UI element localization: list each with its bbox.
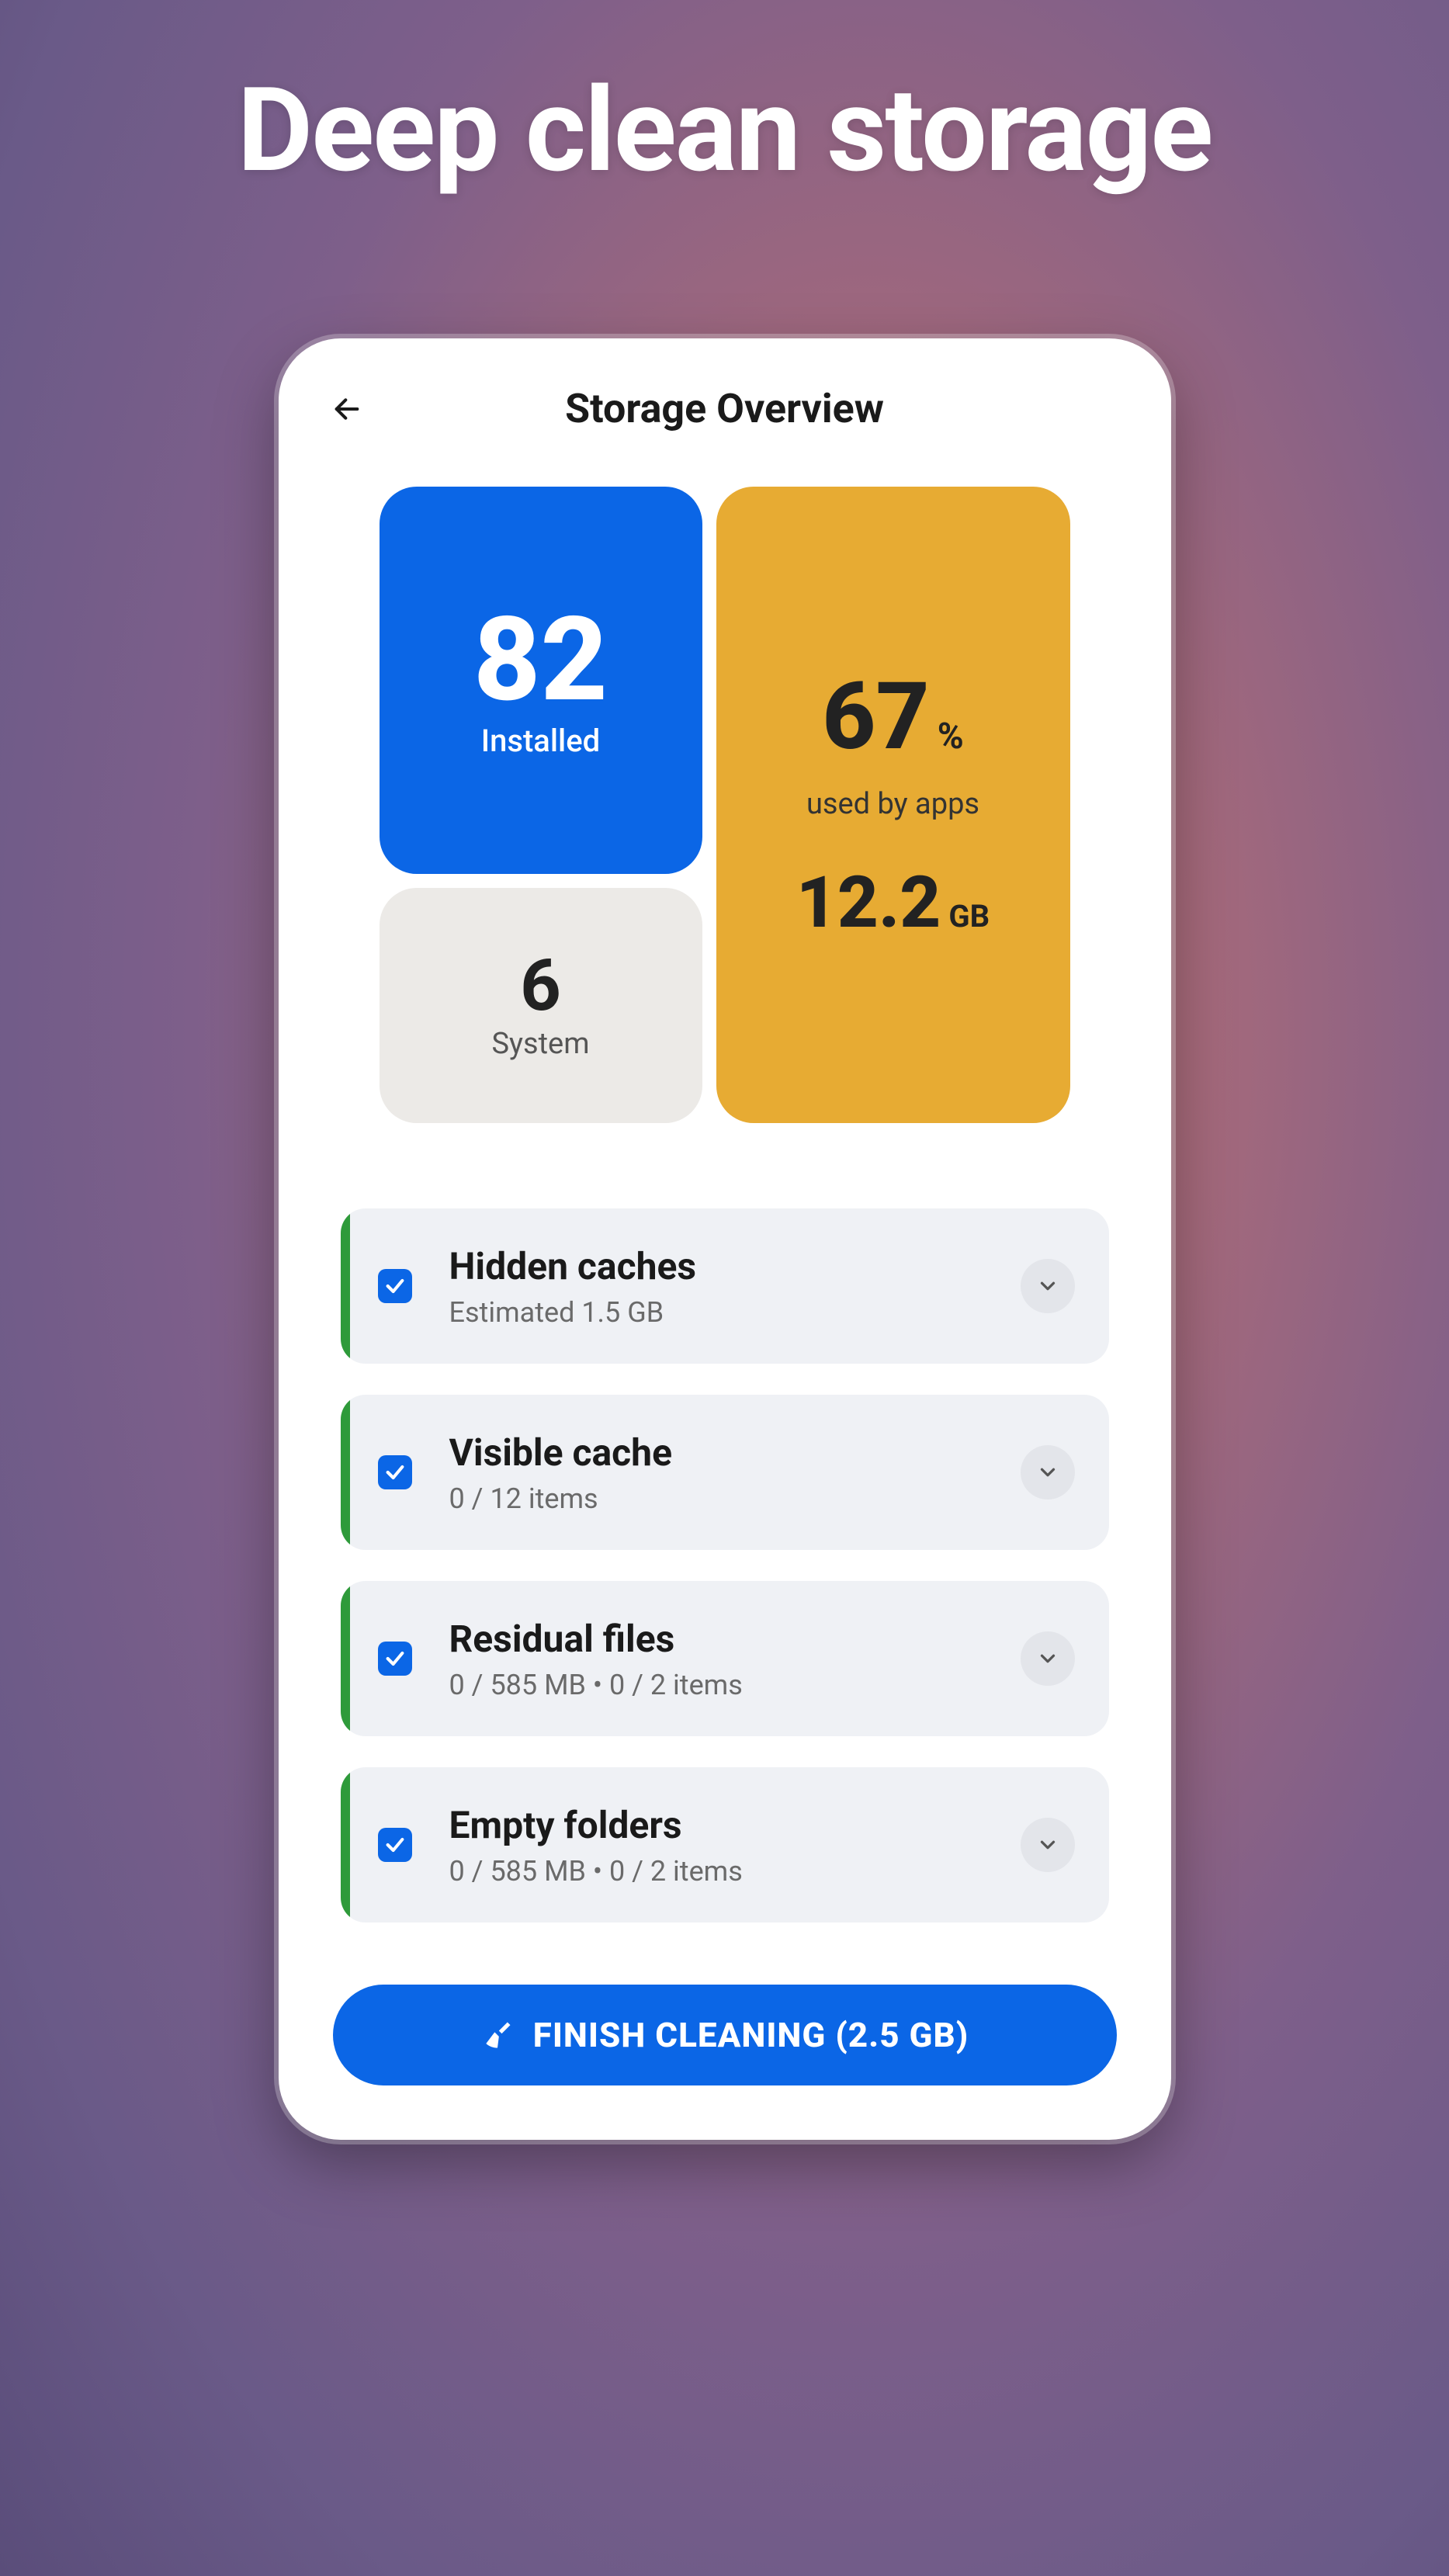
tile-installed[interactable]: 82 Installed <box>380 487 702 874</box>
usage-size-unit: GB <box>948 898 990 934</box>
check-icon <box>384 1461 406 1483</box>
screen-title: Storage Overview <box>325 385 1125 432</box>
item-subtitle: 0 / 585 MB • 0 / 2 items <box>449 1855 1021 1888</box>
item-title: Residual files <box>449 1617 1021 1661</box>
clean-list: Hidden caches Estimated 1.5 GB Visible c… <box>341 1208 1109 1922</box>
usage-label: used by apps <box>806 787 979 821</box>
system-count: 6 <box>520 951 561 1022</box>
checkbox-visible-cache[interactable] <box>378 1455 412 1489</box>
check-icon <box>384 1648 406 1669</box>
usage-percent: 67 <box>822 671 929 764</box>
item-subtitle: 0 / 585 MB • 0 / 2 items <box>449 1669 1021 1701</box>
expand-button[interactable] <box>1021 1631 1075 1686</box>
phone-frame: Storage Overview 82 Installed 6 System 6… <box>279 338 1171 2140</box>
chevron-down-icon <box>1036 1833 1059 1857</box>
check-icon <box>384 1834 406 1856</box>
expand-button[interactable] <box>1021 1259 1075 1313</box>
finish-cleaning-button[interactable]: FINISH CLEANING (2.5 GB) <box>333 1985 1117 2085</box>
broom-icon <box>480 2018 515 2052</box>
chevron-down-icon <box>1036 1647 1059 1670</box>
checkbox-hidden-caches[interactable] <box>378 1269 412 1303</box>
installed-label: Installed <box>481 723 600 759</box>
list-item-hidden-caches[interactable]: Hidden caches Estimated 1.5 GB <box>341 1208 1109 1364</box>
checkbox-residual-files[interactable] <box>378 1642 412 1676</box>
stats-tiles: 82 Installed 6 System 67 % used by apps … <box>380 487 1070 1123</box>
item-title: Visible cache <box>449 1430 1021 1475</box>
list-item-empty-folders[interactable]: Empty folders 0 / 585 MB • 0 / 2 items <box>341 1767 1109 1922</box>
item-title: Hidden caches <box>449 1244 1021 1288</box>
tile-system[interactable]: 6 System <box>380 888 702 1123</box>
expand-button[interactable] <box>1021 1445 1075 1499</box>
cta-label: FINISH CLEANING (2.5 GB) <box>533 2015 969 2055</box>
tile-usage[interactable]: 67 % used by apps 12.2 GB <box>716 487 1070 1123</box>
chevron-down-icon <box>1036 1461 1059 1484</box>
check-icon <box>384 1275 406 1297</box>
system-label: System <box>491 1027 589 1061</box>
percent-symbol: % <box>938 716 964 758</box>
item-subtitle: 0 / 12 items <box>449 1482 1021 1515</box>
list-item-visible-cache[interactable]: Visible cache 0 / 12 items <box>341 1395 1109 1550</box>
list-item-residual-files[interactable]: Residual files 0 / 585 MB • 0 / 2 items <box>341 1581 1109 1736</box>
top-bar: Storage Overview <box>317 385 1132 432</box>
item-title: Empty folders <box>449 1803 1021 1847</box>
marketing-headline: Deep clean storage <box>237 62 1212 199</box>
item-subtitle: Estimated 1.5 GB <box>449 1296 1021 1329</box>
expand-button[interactable] <box>1021 1818 1075 1872</box>
checkbox-empty-folders[interactable] <box>378 1828 412 1862</box>
chevron-down-icon <box>1036 1274 1059 1298</box>
usage-size: 12.2 <box>796 868 941 939</box>
installed-count: 82 <box>473 602 608 718</box>
